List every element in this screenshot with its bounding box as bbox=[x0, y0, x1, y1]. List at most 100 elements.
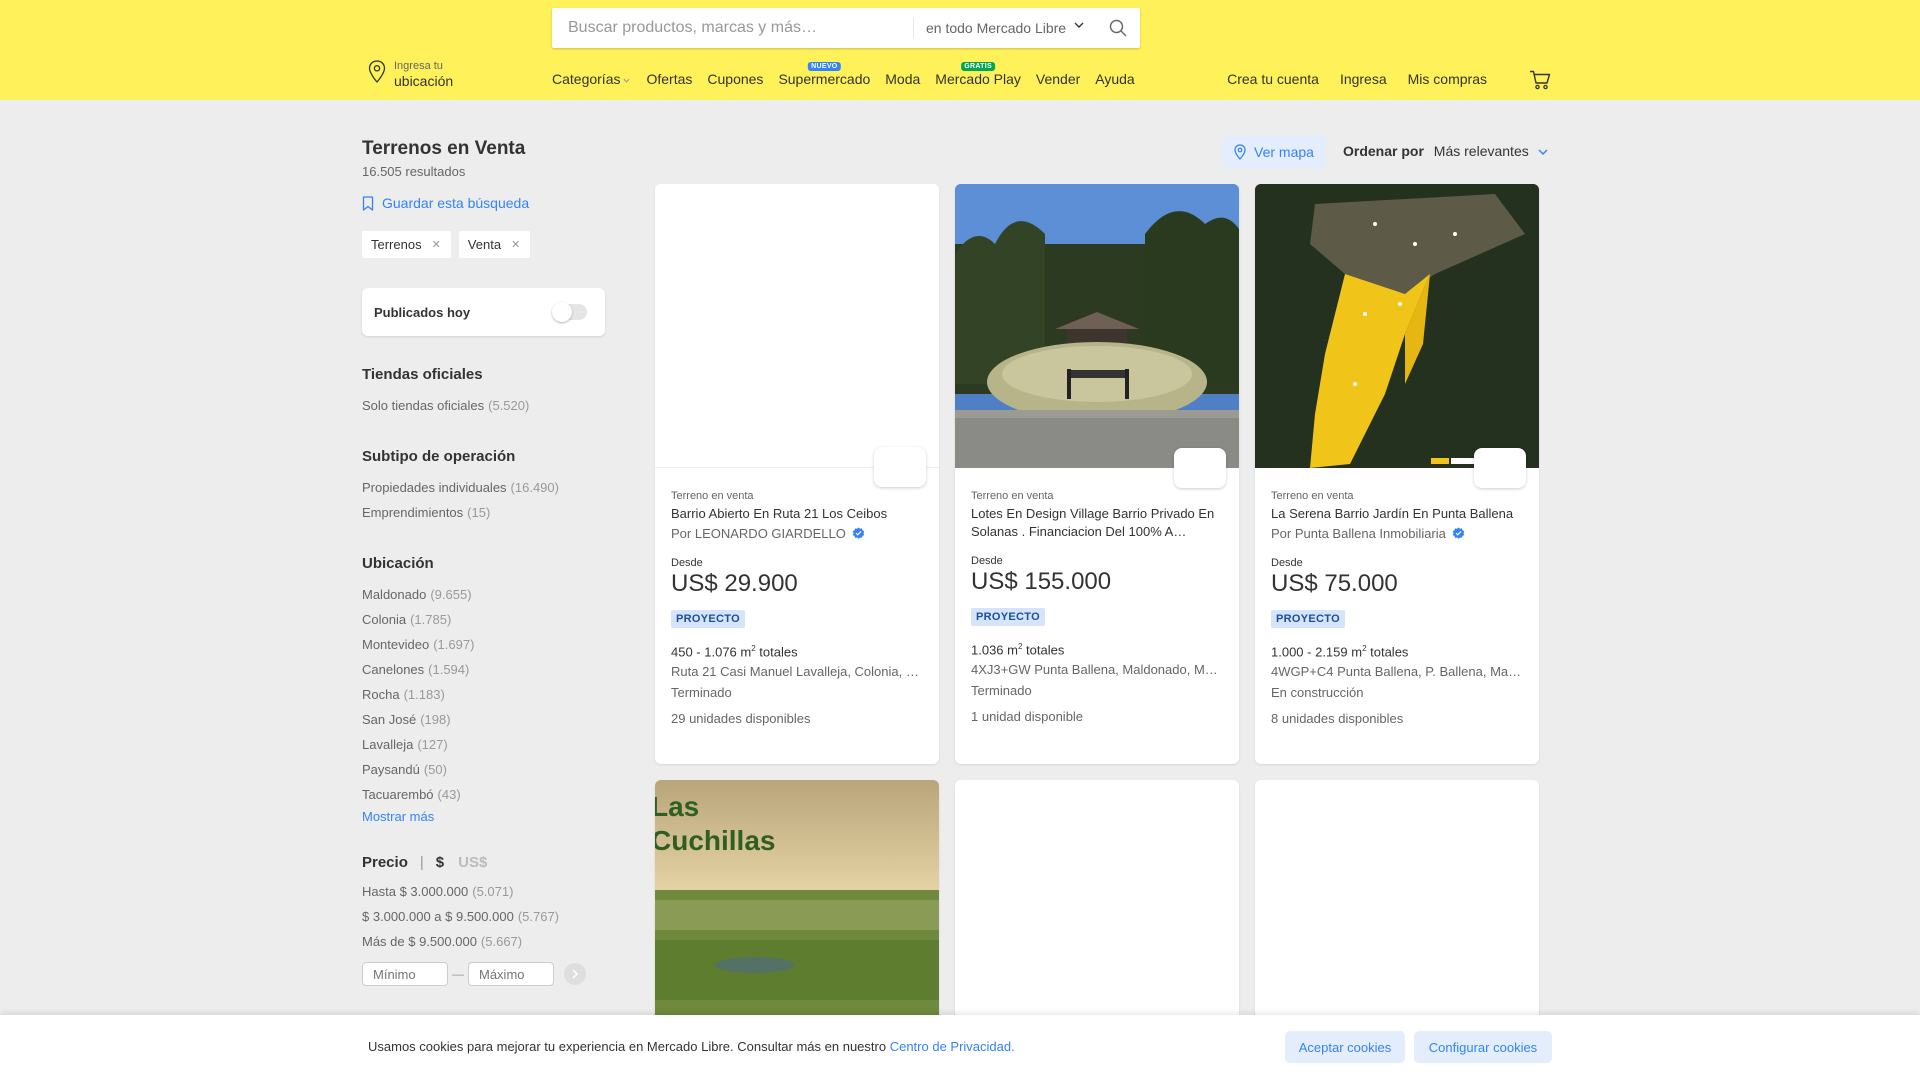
search-input[interactable] bbox=[568, 8, 898, 48]
filter-option-count: (5.520) bbox=[488, 398, 530, 413]
favorite-button[interactable] bbox=[874, 447, 926, 487]
login-link[interactable]: Ingresa bbox=[1340, 71, 1387, 87]
listing-title[interactable]: Barrio Abierto En Ruta 21 Los Ceibos bbox=[671, 505, 923, 523]
currency-peso-toggle[interactable]: $ bbox=[436, 854, 444, 871]
filter-option-count: (1.785) bbox=[410, 612, 452, 627]
filter-option-count: (5.767) bbox=[517, 909, 560, 924]
view-map-button[interactable]: Ver mapa bbox=[1222, 136, 1326, 168]
listing-card[interactable]: Terreno en venta La Serena Barrio Jardín… bbox=[1255, 184, 1539, 764]
accept-cookies-button[interactable]: Aceptar cookies bbox=[1285, 1031, 1405, 1063]
filter-option[interactable]: Paysandú (50) bbox=[362, 757, 612, 782]
nav-vender[interactable]: Vender bbox=[1036, 71, 1080, 87]
favorite-button[interactable] bbox=[1174, 448, 1226, 488]
listing-seller: Por Punta Ballena Inmobiliaria bbox=[1271, 526, 1523, 541]
chevron-down-icon bbox=[1538, 149, 1548, 156]
image-text-line: Las bbox=[655, 791, 699, 822]
favorite-button[interactable] bbox=[1474, 448, 1526, 488]
nav-mercado-play[interactable]: GRATIS Mercado Play bbox=[935, 62, 1021, 87]
save-search-button[interactable]: Guardar esta búsqueda bbox=[362, 195, 612, 211]
sort-control[interactable]: Ordenar por Más relevantes bbox=[1343, 143, 1549, 159]
filter-option[interactable]: Más de $ 9.500.000 (5.667) bbox=[362, 929, 612, 954]
listing-image[interactable] bbox=[1255, 184, 1539, 488]
filter-option-count: (1.183) bbox=[403, 687, 445, 702]
price-prefix: Desde bbox=[1271, 557, 1303, 569]
apply-price-button[interactable] bbox=[564, 963, 586, 985]
filter-option[interactable]: Maldonado (9.655) bbox=[362, 582, 612, 607]
main-nav: Categorías Ofertas Cupones NUEVO Supermer… bbox=[552, 62, 1150, 87]
chevron-down-icon bbox=[1074, 22, 1084, 28]
filter-option[interactable]: San José (198) bbox=[362, 707, 612, 732]
price-max-input[interactable] bbox=[468, 962, 554, 986]
listing-price: US$ 75.000 bbox=[1271, 570, 1398, 597]
listing-seller-name: Por Punta Ballena Inmobiliaria bbox=[1271, 526, 1446, 541]
filter-chip[interactable]: Venta ✕ bbox=[458, 231, 531, 258]
listing-area-suffix: totales bbox=[755, 644, 798, 660]
nav-supermercado[interactable]: NUEVO Supermercado bbox=[778, 62, 870, 87]
search-icon bbox=[1109, 19, 1127, 37]
currency-usd-toggle[interactable]: US$ bbox=[458, 854, 487, 871]
filter-option-count: (198) bbox=[420, 712, 451, 727]
filter-option[interactable]: Propiedades individuales (16.490) bbox=[362, 475, 612, 500]
verified-icon bbox=[852, 527, 865, 539]
filter-option[interactable]: Montevideo (1.697) bbox=[362, 632, 612, 657]
listing-seller-name: Por LEONARDO GIARDELLO bbox=[671, 526, 846, 541]
create-account-link[interactable]: Crea tu cuenta bbox=[1227, 71, 1319, 87]
filter-option[interactable]: Tacuarembó (43) bbox=[362, 782, 612, 807]
listing-image[interactable] bbox=[955, 184, 1239, 488]
nav-ayuda[interactable]: Ayuda bbox=[1095, 71, 1134, 87]
filter-option[interactable]: Colonia (1.785) bbox=[362, 607, 612, 632]
filter-option[interactable]: Emprendimientos (15) bbox=[362, 500, 612, 525]
filter-option-count: (5.071) bbox=[472, 884, 514, 899]
configure-cookies-button[interactable]: Configurar cookies bbox=[1414, 1031, 1552, 1063]
listing-type: Terreno en venta bbox=[971, 490, 1054, 502]
filter-option[interactable]: $ 3.000.000 a $ 9.500.000 (5.767) bbox=[362, 904, 612, 929]
nav-categorias[interactable]: Categorías bbox=[552, 71, 631, 87]
listing-card[interactable]: Terreno en venta Barrio Abierto En Ruta … bbox=[655, 184, 939, 764]
privacy-center-link[interactable]: Centro de Privacidad. bbox=[890, 1039, 1015, 1054]
location-pin-icon bbox=[368, 60, 386, 83]
published-today-label: Publicados hoy bbox=[374, 305, 471, 320]
listing-status: Terminado bbox=[971, 683, 1032, 699]
header: en todo Mercado Libre Ingresa tu ubicaci… bbox=[0, 0, 1920, 100]
listing-card[interactable]: Terreno en venta Lotes En Design Village… bbox=[955, 184, 1239, 764]
nav-cupones[interactable]: Cupones bbox=[707, 71, 763, 87]
close-icon[interactable]: ✕ bbox=[432, 238, 441, 251]
filter-option[interactable]: Solo tiendas oficiales (5.520) bbox=[362, 393, 612, 418]
filter-title: Ubicación bbox=[362, 555, 434, 572]
sort-label: Ordenar por bbox=[1343, 143, 1424, 159]
nav-moda[interactable]: Moda bbox=[885, 71, 920, 87]
show-more-link[interactable]: Mostrar más bbox=[362, 809, 612, 824]
price-min-input[interactable] bbox=[362, 962, 448, 986]
filter-option[interactable]: Hasta $ 3.000.000 (5.071) bbox=[362, 879, 612, 904]
filter-option[interactable]: Lavalleja (127) bbox=[362, 732, 612, 757]
listing-title[interactable]: Lotes En Design Village Barrio Privado E… bbox=[971, 505, 1223, 541]
filter-option-label: Tacuarembó bbox=[362, 787, 434, 802]
close-icon[interactable]: ✕ bbox=[511, 238, 520, 251]
sort-value: Más relevantes bbox=[1433, 143, 1529, 159]
nav-ofertas[interactable]: Ofertas bbox=[646, 71, 692, 87]
cookie-banner: Usamos cookies para mejorar tu experienc… bbox=[0, 1015, 1920, 1080]
my-purchases-link[interactable]: Mis compras bbox=[1408, 71, 1487, 87]
price-options: Hasta $ 3.000.000 (5.071) $ 3.000.000 a $… bbox=[362, 879, 612, 954]
listing-type: Terreno en venta bbox=[1271, 490, 1354, 502]
location-pin-icon bbox=[1234, 144, 1246, 160]
listing-title[interactable]: La Serena Barrio Jardín En Punta Ballena bbox=[1271, 505, 1523, 523]
filter-option-label: $ 3.000.000 a $ 9.500.000 bbox=[362, 909, 514, 924]
filter-option[interactable]: Canelones (1.594) bbox=[362, 657, 612, 682]
filter-option-label: Lavalleja bbox=[362, 737, 414, 752]
search-scope-select[interactable]: en todo Mercado Libre bbox=[913, 18, 1093, 38]
account-nav: Crea tu cuenta Ingresa Mis compras bbox=[1206, 71, 1487, 87]
verified-icon bbox=[1452, 527, 1465, 539]
new-badge: NUEVO bbox=[808, 62, 841, 71]
location-hint: Ingresa tu bbox=[394, 60, 443, 72]
cart-icon[interactable] bbox=[1529, 70, 1551, 90]
listing-units: 29 unidades disponibles bbox=[671, 711, 811, 727]
price-range: — bbox=[362, 962, 612, 986]
search-button[interactable] bbox=[1096, 8, 1140, 48]
cookie-message: Usamos cookies para mejorar tu experienc… bbox=[368, 1039, 890, 1054]
listing-image[interactable] bbox=[655, 184, 939, 487]
published-today-toggle[interactable] bbox=[552, 302, 587, 322]
results-count: 16.505 resultados bbox=[362, 164, 466, 179]
filter-option[interactable]: Rocha (1.183) bbox=[362, 682, 612, 707]
filter-chip[interactable]: Terrenos ✕ bbox=[362, 231, 451, 258]
